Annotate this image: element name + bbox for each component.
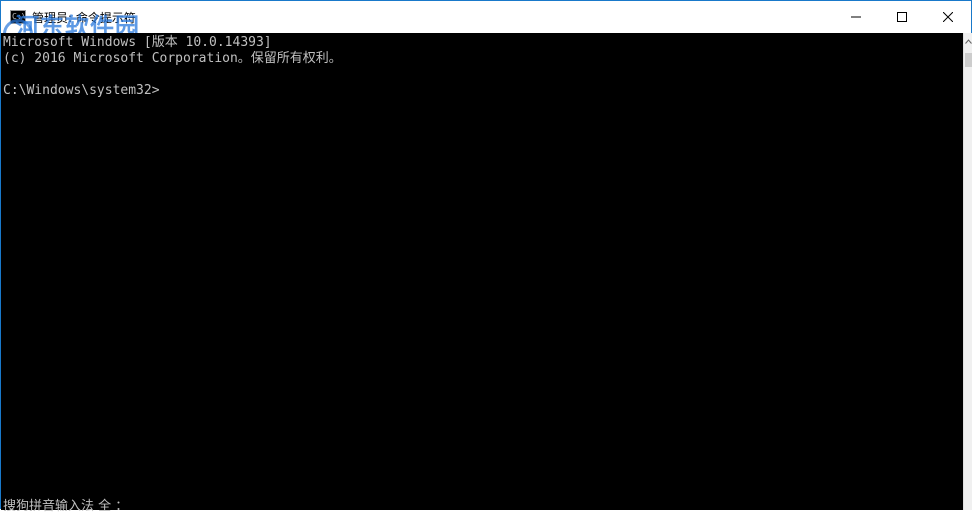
title-bar[interactable]: C:\ 管理员: 命令提示符 河东软件园 www.pc0359.cn	[1, 1, 971, 64]
close-button[interactable]	[925, 1, 971, 33]
scroll-thumb[interactable]	[965, 53, 972, 67]
maximize-button[interactable]	[879, 1, 925, 33]
console-output[interactable]: Microsoft Windows [版本 10.0.14393] (c) 20…	[1, 33, 963, 510]
scroll-up-button[interactable]	[964, 35, 972, 47]
console-line-copyright: (c) 2016 Microsoft Corporation。保留所有权利。	[3, 51, 342, 66]
chevron-up-icon	[965, 38, 972, 44]
minimize-button[interactable]	[833, 1, 879, 33]
maximize-icon	[897, 12, 907, 22]
minimize-icon	[851, 16, 861, 18]
window-title: 管理员: 命令提示符	[32, 11, 136, 25]
vertical-scrollbar[interactable]	[963, 33, 972, 510]
cmd-window: C:\ 管理员: 命令提示符 河东软件园 www.pc0359.cn Micro…	[0, 0, 972, 514]
close-icon	[943, 12, 953, 22]
console-prompt[interactable]: C:\Windows\system32>	[3, 83, 963, 99]
ime-status-bar[interactable]: 搜狗拼音输入法 全 ：	[3, 495, 128, 514]
console-line-version: Microsoft Windows [版本 10.0.14393]	[3, 35, 272, 50]
cmd-app-icon[interactable]: C:\	[10, 10, 26, 24]
